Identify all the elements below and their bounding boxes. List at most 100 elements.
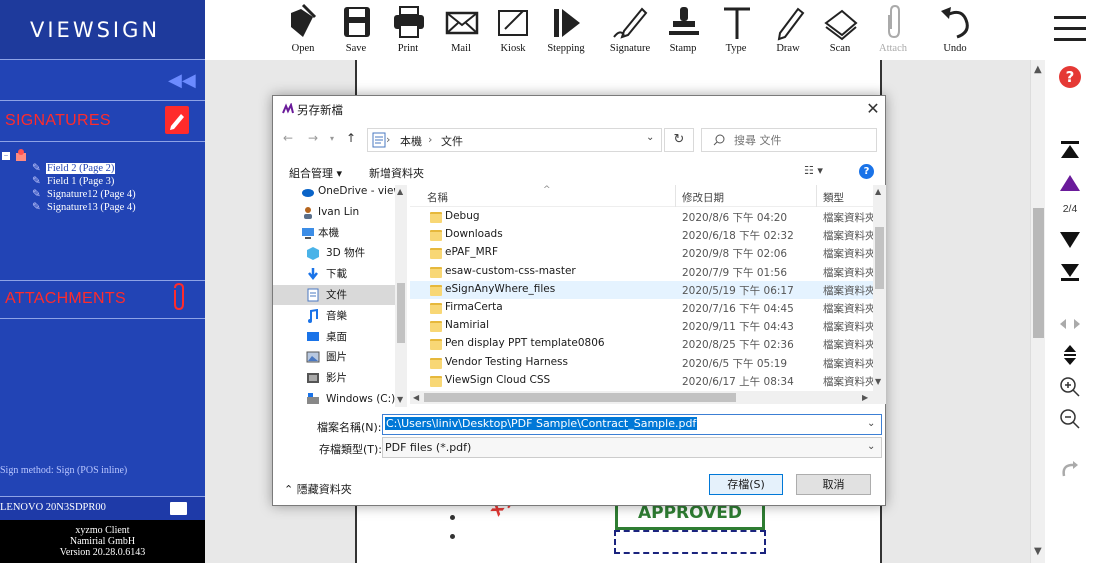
nav-item[interactable]: OneDrive - view <box>273 185 395 201</box>
hamburger-menu-icon[interactable] <box>1054 14 1086 44</box>
search-input[interactable] <box>734 132 872 149</box>
save-button[interactable]: 存檔(S) <box>709 474 783 495</box>
scroll-left-icon[interactable]: ◀ <box>413 393 419 402</box>
nav-item[interactable]: 影片 <box>273 368 395 388</box>
paperclip-icon[interactable] <box>170 282 186 312</box>
column-divider[interactable] <box>816 185 817 207</box>
breadcrumb-item[interactable]: 本機 <box>400 133 422 149</box>
toolbar-draw-button[interactable]: Draw <box>760 0 816 60</box>
view-options-icon[interactable]: ☷ ▾ <box>804 164 823 177</box>
file-row[interactable]: esaw-custom-css-master 2020/7/9 下午 01:56 檔… <box>410 263 874 281</box>
signature-tree-item[interactable]: ✎ Field 2 (Page 2) <box>32 162 117 175</box>
signature-tree-item[interactable]: ✎ Signature13 (Page 4) <box>32 201 137 213</box>
chevron-down-icon[interactable]: ⌄ <box>867 441 875 452</box>
scrollbar-thumb[interactable] <box>397 283 405 343</box>
scroll-up-icon[interactable]: ▲ <box>1034 64 1042 75</box>
chevron-down-icon[interactable]: ⌄ <box>867 418 875 429</box>
zoom-out-icon[interactable] <box>1059 408 1081 430</box>
scroll-up-icon[interactable]: ▲ <box>397 187 403 196</box>
nav-item[interactable]: 桌面 <box>273 327 395 347</box>
column-header-name[interactable]: 名稱 <box>427 190 448 205</box>
file-row[interactable]: Vendor Testing Harness 2020/6/5 下午 05:19 檔… <box>410 354 874 372</box>
file-row[interactable]: ViewSign Cloud CSS 2020/6/17 上午 08:34 檔案資料… <box>410 372 874 390</box>
tree-collapse-toggle[interactable]: − <box>2 152 10 160</box>
file-row[interactable]: ePAF_MRF 2020/9/8 下午 02:06 檔案資料夾 <box>410 244 874 262</box>
toolbar-attach-button[interactable]: Attach <box>865 0 921 60</box>
toolbar-type-button[interactable]: Type <box>708 0 764 60</box>
scroll-right-icon[interactable]: ▶ <box>862 393 868 402</box>
toolbar-save-button[interactable]: Save <box>328 0 384 60</box>
column-divider[interactable] <box>675 185 676 207</box>
scroll-down-icon[interactable]: ▼ <box>397 395 403 404</box>
nav-item[interactable]: 3D 物件 <box>273 243 395 263</box>
toolbar-stepping-button[interactable]: Stepping <box>538 0 594 60</box>
nav-item[interactable]: Ivan Lin <box>273 202 395 222</box>
breadcrumb-item[interactable]: 文件 <box>441 133 463 149</box>
navigation-scrollbar[interactable]: ▲ ▼ <box>395 185 407 407</box>
search-box[interactable] <box>701 128 877 152</box>
scroll-down-icon[interactable]: ▼ <box>875 377 881 386</box>
scroll-up-icon[interactable]: ▲ <box>875 187 881 196</box>
first-page-icon[interactable] <box>1059 140 1081 160</box>
toolbar-mail-button[interactable]: Mail <box>433 0 489 60</box>
document-scrollbar[interactable]: ▲ ▼ <box>1030 60 1045 563</box>
file-row[interactable]: Debug 2020/8/6 下午 04:20 檔案資料夾 <box>410 208 874 226</box>
filename-value[interactable]: C:\Users\liniv\Desktop\PDF Sample\Contra… <box>385 417 698 430</box>
refresh-icon[interactable]: ↻ <box>664 128 694 152</box>
address-bar[interactable]: › 本機 › 文件 ⌄ <box>367 128 662 152</box>
toolbar-scan-button[interactable]: Scan <box>812 0 868 60</box>
file-row[interactable]: Pen display PPT template0806 2020/8/25 下午… <box>410 335 874 353</box>
file-list-scrollbar[interactable]: ▲ ▼ <box>873 185 886 391</box>
last-page-icon[interactable] <box>1059 262 1081 282</box>
back-arrow-icon[interactable]: ← <box>283 131 293 145</box>
column-header-date[interactable]: 修改日期 <box>682 190 724 205</box>
file-row[interactable]: eSignAnyWhere_files 2020/5/19 下午 06:17 檔案資… <box>410 280 874 299</box>
zoom-in-icon[interactable] <box>1059 376 1081 398</box>
toolbar-undo-button[interactable]: Undo <box>927 0 983 60</box>
filename-field[interactable]: C:\Users\liniv\Desktop\PDF Sample\Contra… <box>382 414 882 435</box>
chevron-down-icon[interactable]: ⌄ <box>646 132 654 143</box>
toolbar-open-button[interactable]: Open <box>275 0 331 60</box>
file-list-horizontal-scrollbar[interactable]: ◀ ▶ <box>410 391 886 404</box>
file-row[interactable]: Downloads 2020/6/18 下午 02:32 檔案資料夾 <box>410 226 874 244</box>
fit-height-icon[interactable] <box>1059 344 1081 366</box>
nav-item[interactable]: 下載 <box>273 264 395 284</box>
rotate-icon[interactable] <box>1059 460 1081 482</box>
close-icon[interactable]: ✕ <box>863 99 883 119</box>
forward-arrow-icon[interactable]: → <box>308 131 318 145</box>
cancel-button[interactable]: 取消 <box>796 474 871 495</box>
signature-field[interactable] <box>614 530 766 554</box>
nav-item[interactable]: 音樂 <box>273 306 395 326</box>
file-row[interactable]: FirmaCerta 2020/7/16 下午 04:45 檔案資料夾 <box>410 299 874 317</box>
new-folder-button[interactable]: 新增資料夾 <box>369 165 424 181</box>
signature-tree-item[interactable]: ✎ Signature12 (Page 4) <box>32 188 137 200</box>
scrollbar-thumb[interactable] <box>424 393 736 402</box>
toolbar-signature-button[interactable]: Signature <box>602 0 658 60</box>
device-tablet-icon[interactable] <box>170 502 187 515</box>
toolbar-stamp-button[interactable]: Stamp <box>655 0 711 60</box>
signature-tree-item[interactable]: ✎ Field 1 (Page 3) <box>32 175 115 187</box>
nav-item[interactable]: 圖片 <box>273 347 395 367</box>
edit-signature-icon[interactable] <box>165 106 189 134</box>
fit-width-icon[interactable] <box>1059 318 1081 330</box>
previous-page-icon[interactable] <box>1059 173 1081 193</box>
scrollbar-thumb[interactable] <box>875 227 884 289</box>
nav-item[interactable]: Windows (C:) <box>273 389 395 407</box>
nav-item[interactable]: 文件 <box>273 285 395 305</box>
filetype-select[interactable]: PDF files (*.pdf) ⌄ <box>382 437 882 458</box>
nav-item[interactable]: 本機 <box>273 223 395 243</box>
toolbar-print-button[interactable]: Print <box>380 0 436 60</box>
help-icon[interactable]: ? <box>1059 66 1081 88</box>
history-dropdown-icon[interactable]: ▾ <box>330 134 334 143</box>
next-page-icon[interactable] <box>1059 230 1081 250</box>
collapse-panel-icon[interactable]: ◀◀ <box>168 70 196 91</box>
hide-folders-toggle[interactable]: ⌃ 隱藏資料夾 <box>284 481 352 497</box>
up-arrow-icon[interactable]: ↑ <box>346 131 356 145</box>
help-icon[interactable]: ? <box>859 164 874 179</box>
organize-button[interactable]: 組合管理 ▾ <box>289 165 342 181</box>
toolbar-kiosk-button[interactable]: Kiosk <box>485 0 541 60</box>
scroll-down-icon[interactable]: ▼ <box>1034 546 1042 557</box>
scrollbar-thumb[interactable] <box>1033 208 1044 338</box>
column-header-type[interactable]: 類型 <box>823 190 844 205</box>
file-row[interactable]: Namirial 2020/9/11 下午 04:43 檔案資料夾 <box>410 317 874 335</box>
